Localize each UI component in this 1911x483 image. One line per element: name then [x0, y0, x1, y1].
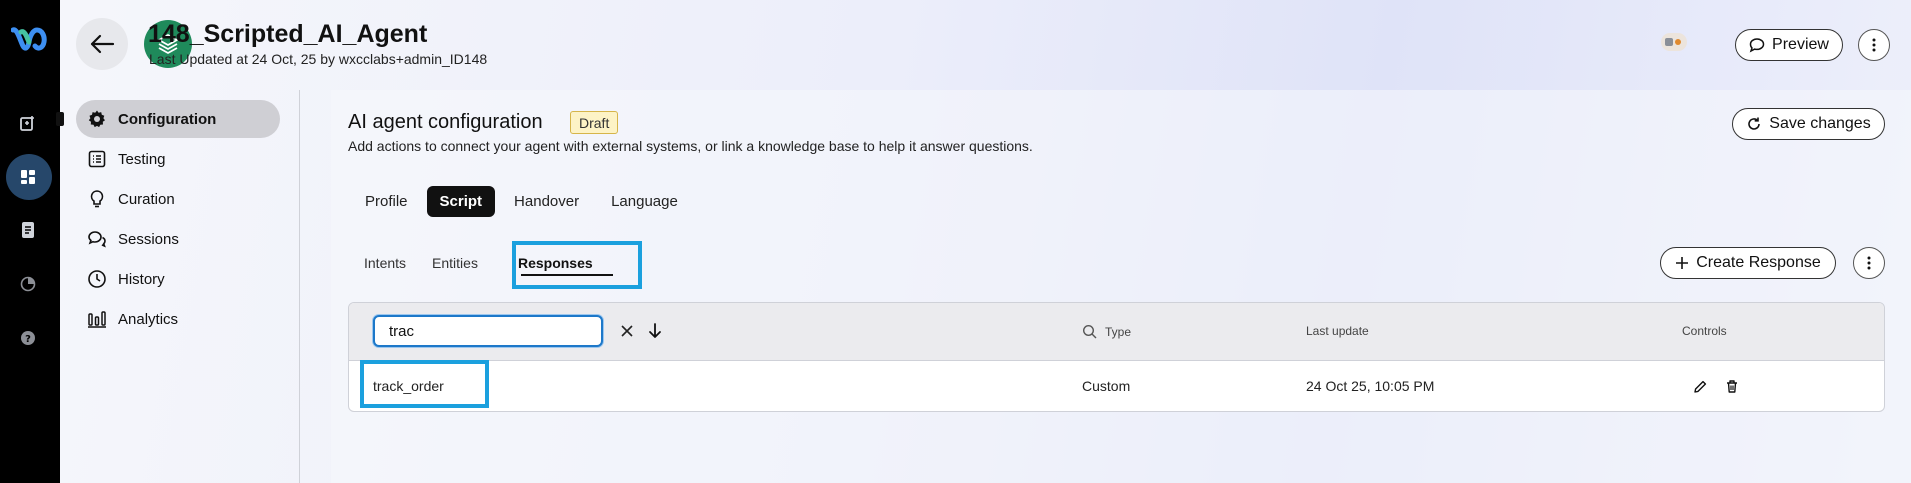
nav-label-curation: Curation	[118, 190, 175, 208]
create-response-label: Create Response	[1696, 254, 1821, 271]
search-icon	[1082, 324, 1097, 339]
column-last-update-header[interactable]: Last update	[1306, 324, 1369, 338]
status-indicator-icon[interactable]	[1661, 33, 1687, 51]
nav-item-testing[interactable]: Testing	[76, 140, 280, 178]
document-icon[interactable]	[18, 220, 38, 240]
checklist-icon	[86, 148, 108, 170]
tab-handover[interactable]: Handover	[501, 186, 592, 217]
nav-label-history: History	[118, 270, 165, 288]
nav-label-sessions: Sessions	[118, 230, 179, 248]
arrow-down-icon[interactable]	[647, 322, 663, 340]
column-controls-header: Controls	[1682, 324, 1727, 338]
response-last-update: 24 Oct 25, 10:05 PM	[1306, 378, 1435, 394]
tab-language[interactable]: Language	[598, 186, 691, 217]
lightbulb-icon	[86, 188, 108, 210]
primary-tabs: Profile Script Handover Language	[352, 186, 691, 217]
close-icon[interactable]	[619, 323, 635, 339]
nav-item-configuration[interactable]: Configuration	[76, 100, 280, 138]
response-type: Custom	[1082, 378, 1131, 394]
tab-entities[interactable]: Entities	[420, 250, 490, 276]
webex-logo-icon[interactable]	[11, 26, 47, 52]
chat-bubble-icon	[1749, 38, 1765, 53]
save-changes-label: Save changes	[1769, 115, 1871, 132]
more-options-button[interactable]	[1858, 29, 1890, 61]
responses-more-button[interactable]	[1853, 247, 1885, 279]
chat-icon	[86, 228, 108, 250]
kebab-icon	[1867, 256, 1871, 270]
highlight-box-response-row	[360, 360, 489, 408]
preview-button[interactable]: Preview	[1735, 29, 1843, 61]
dashboard-icon[interactable]	[18, 167, 38, 187]
kebab-icon	[1872, 38, 1876, 52]
section-description: Add actions to connect your agent with e…	[348, 138, 1033, 154]
plus-icon	[1676, 257, 1689, 269]
edit-icon[interactable]	[1691, 377, 1709, 395]
last-updated-text: Last Updated at 24 Oct, 25 by wxcclabs+a…	[149, 51, 488, 67]
status-badge: Draft	[570, 111, 619, 134]
preview-label: Preview	[1772, 36, 1829, 53]
nav-item-curation[interactable]: Curation	[76, 180, 280, 218]
trash-icon[interactable]	[1723, 377, 1741, 395]
tab-profile[interactable]: Profile	[352, 186, 421, 217]
svg-text:?: ?	[25, 334, 31, 345]
table-header: Type Last update Controls	[349, 303, 1884, 361]
create-response-button[interactable]: Create Response	[1660, 247, 1836, 279]
responses-table: Type Last update Controls track_order Cu…	[348, 302, 1885, 412]
app-rail: ?	[0, 0, 64, 483]
nav-item-history[interactable]: History	[76, 260, 280, 298]
pie-chart-icon[interactable]	[18, 274, 38, 294]
table-row[interactable]: track_order Custom 24 Oct 25, 10:05 PM	[349, 361, 1884, 411]
column-type-label: Type	[1105, 324, 1132, 339]
side-navigation: Configuration Testing Curation Sessions …	[60, 90, 300, 483]
nav-label-analytics: Analytics	[118, 310, 179, 328]
refresh-icon	[1748, 117, 1761, 130]
highlight-box-responses-tab	[512, 241, 642, 289]
search-input[interactable]	[373, 315, 603, 347]
nav-label-testing: Testing	[118, 150, 166, 168]
nav-label-configuration: Configuration	[118, 110, 217, 128]
save-changes-button[interactable]: Save changes	[1732, 108, 1885, 140]
agent-title: 148_Scripted_AI_Agent	[148, 20, 428, 48]
tab-intents[interactable]: Intents	[352, 250, 418, 276]
nav-item-sessions[interactable]: Sessions	[76, 220, 280, 258]
back-button[interactable]	[76, 18, 128, 70]
column-type-header[interactable]: Type	[1082, 324, 1131, 339]
add-note-icon[interactable]	[18, 113, 38, 133]
clock-icon	[86, 268, 108, 290]
bar-chart-icon	[86, 308, 108, 330]
gear-icon	[86, 108, 108, 130]
nav-item-analytics[interactable]: Analytics	[76, 300, 280, 338]
section-title: AI agent configuration	[348, 111, 543, 133]
arrow-left-icon	[90, 34, 115, 54]
tab-script[interactable]: Script	[426, 186, 496, 217]
help-icon[interactable]: ?	[18, 328, 38, 348]
